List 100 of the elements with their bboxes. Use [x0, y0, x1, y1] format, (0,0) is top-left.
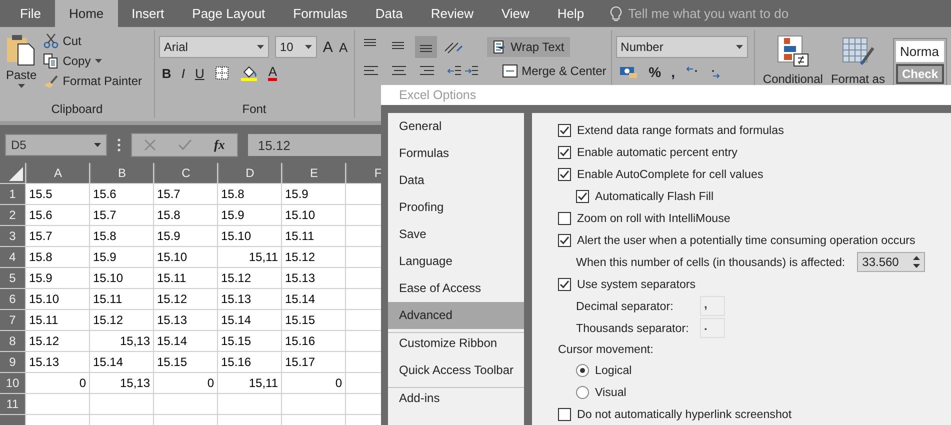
indent-icon[interactable] [446, 64, 480, 78]
column-header[interactable]: D [218, 163, 281, 183]
paste-button[interactable]: Paste [4, 30, 39, 102]
insert-function-button[interactable]: fx [214, 137, 225, 153]
table-cell: 15.10 [90, 268, 153, 288]
number-format-dropdown[interactable]: Number [616, 36, 748, 58]
nav-item[interactable]: General [388, 113, 524, 140]
checkbox[interactable] [558, 212, 571, 224]
cut-button[interactable]: Cut [42, 33, 142, 49]
comma-button[interactable]: , [671, 64, 675, 80]
ribbon-tab[interactable]: Insert [118, 0, 178, 27]
increase-font-button[interactable]: A [322, 38, 333, 56]
checkbox[interactable] [558, 278, 571, 290]
more-icon [117, 138, 121, 152]
table-cell: 15.7 [154, 184, 217, 204]
fill-color-icon[interactable] [240, 64, 258, 82]
merge-center-button[interactable]: Merge & Center [502, 64, 606, 78]
checkbox[interactable] [558, 168, 571, 180]
lightbulb-icon [610, 6, 622, 22]
table-cell: 15.12 [90, 310, 153, 330]
ribbon-tab[interactable]: Review [416, 0, 488, 27]
radio-button[interactable] [576, 364, 589, 376]
select-all-icon[interactable] [9, 167, 23, 181]
nav-item[interactable]: Quick Access Toolbar [388, 357, 524, 384]
style-swatch[interactable]: Norma [896, 41, 944, 62]
table-cell: 15.13 [154, 310, 217, 330]
radio-button[interactable] [576, 386, 589, 398]
row-header[interactable]: 11 [0, 394, 25, 414]
nav-item[interactable]: Advanced [388, 302, 524, 329]
row-header[interactable]: 10 [0, 373, 25, 393]
ribbon-tab[interactable]: View [487, 0, 544, 27]
font-color-button[interactable]: A [268, 65, 277, 81]
format-as-table-button[interactable]: Format as [830, 30, 885, 118]
row-header[interactable]: 4 [0, 247, 25, 267]
underline-button[interactable]: U [194, 66, 204, 80]
conditional-formatting-button[interactable]: Conditional [762, 30, 823, 118]
table-cell: 15,13 [90, 331, 153, 351]
option-label: Decimal separator: [576, 300, 674, 312]
checkbox[interactable] [558, 124, 571, 136]
row-header[interactable]: 3 [0, 226, 25, 246]
ribbon-tab[interactable]: Formulas [279, 0, 362, 27]
text-align-icon[interactable] [418, 64, 436, 78]
column-header[interactable]: A [26, 163, 89, 183]
table-cell: 0 [282, 373, 345, 393]
ribbon-tab[interactable]: Data [361, 0, 417, 27]
nav-item[interactable]: Add-ins [388, 385, 524, 412]
search-field[interactable]: Tell me what you want to do [626, 0, 830, 27]
ribbon-tab[interactable]: Home [54, 0, 118, 27]
checkbox[interactable] [558, 408, 571, 420]
vertical-align-icon[interactable] [414, 36, 437, 58]
ribbon-tab[interactable]: File [6, 0, 55, 27]
font-size-dropdown[interactable]: 10 [274, 36, 317, 58]
table-cell: 15.8 [26, 247, 89, 267]
nav-item[interactable]: Customize Ribbon [388, 330, 524, 357]
checkbox[interactable] [576, 190, 589, 202]
table-cell [26, 394, 89, 414]
number-spinner[interactable]: 33.560 [857, 252, 926, 272]
decrease-font-button[interactable]: A [338, 40, 348, 54]
column-header[interactable]: E [282, 163, 345, 183]
nav-item[interactable]: Save [388, 221, 524, 248]
option-label: Use system separators [577, 278, 696, 290]
name-box[interactable]: D5 [5, 134, 107, 156]
table-cell: 15.9 [26, 268, 89, 288]
table-cell: 15.6 [90, 184, 153, 204]
row-header[interactable]: 5 [0, 268, 25, 288]
text-align-icon[interactable] [362, 64, 380, 78]
table-cell: 15.15 [218, 331, 281, 351]
nav-item[interactable]: Language [388, 248, 524, 275]
currency-icon[interactable] [618, 65, 639, 79]
ribbon-tab[interactable]: Page Layout [178, 0, 280, 27]
dialog-title: Excel Options [399, 88, 476, 102]
group-label: Clipboard [50, 102, 104, 118]
row-header[interactable]: 2 [0, 205, 25, 225]
nav-item[interactable]: Proofing [388, 194, 524, 221]
copy-button[interactable]: Copy [42, 53, 142, 69]
font-name-dropdown[interactable]: Arial [158, 36, 269, 58]
nav-item[interactable]: Ease of Access [388, 275, 524, 302]
ribbon-tab[interactable]: Help [543, 0, 598, 27]
table-cell [282, 394, 345, 414]
row-header[interactable]: 7 [0, 310, 25, 330]
percent-button[interactable]: % [648, 64, 662, 80]
wrap-text-button[interactable]: Wrap Text [486, 37, 570, 57]
group-label: Font [241, 102, 268, 118]
row-header[interactable]: 1 [0, 184, 25, 204]
column-header[interactable]: C [154, 163, 217, 183]
table-cell: 15.10 [218, 226, 281, 246]
column-header[interactable]: B [90, 163, 153, 183]
row-header[interactable]: 8 [0, 331, 25, 351]
option-label: When this number of cells (in thousands) is affected: [576, 256, 846, 268]
italic-button[interactable]: I [181, 66, 185, 80]
borders-icon[interactable] [214, 65, 230, 81]
checkbox[interactable] [558, 146, 571, 158]
format-painter-button[interactable]: Format Painter [42, 73, 142, 89]
checkbox[interactable] [558, 234, 571, 246]
bold-button[interactable]: B [162, 66, 172, 80]
row-header[interactable]: 9 [0, 352, 25, 372]
option-label: Logical [595, 364, 632, 376]
table-cell: 15.8 [218, 184, 281, 204]
text-align-icon[interactable] [390, 64, 408, 78]
row-header[interactable]: 6 [0, 289, 25, 309]
